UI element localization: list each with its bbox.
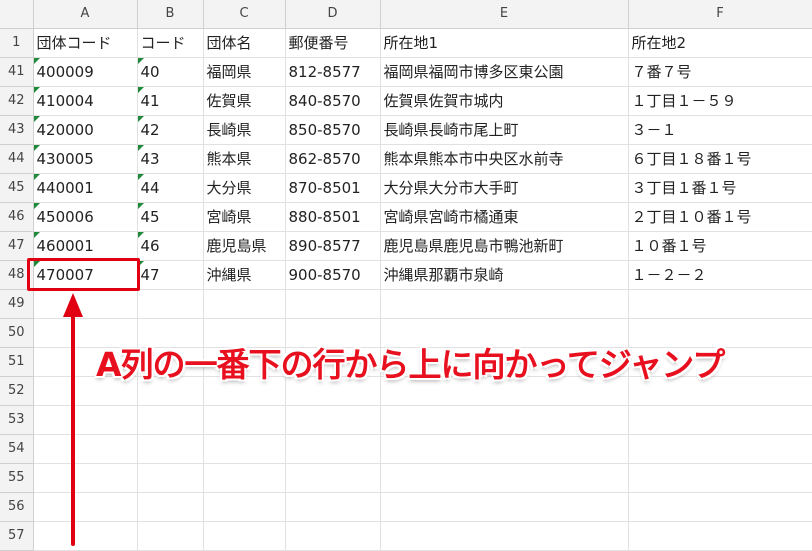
annotation-callout: A列の一番下の行から上に向かってジャンプ — [96, 345, 725, 384]
up-arrow-icon — [63, 293, 83, 546]
